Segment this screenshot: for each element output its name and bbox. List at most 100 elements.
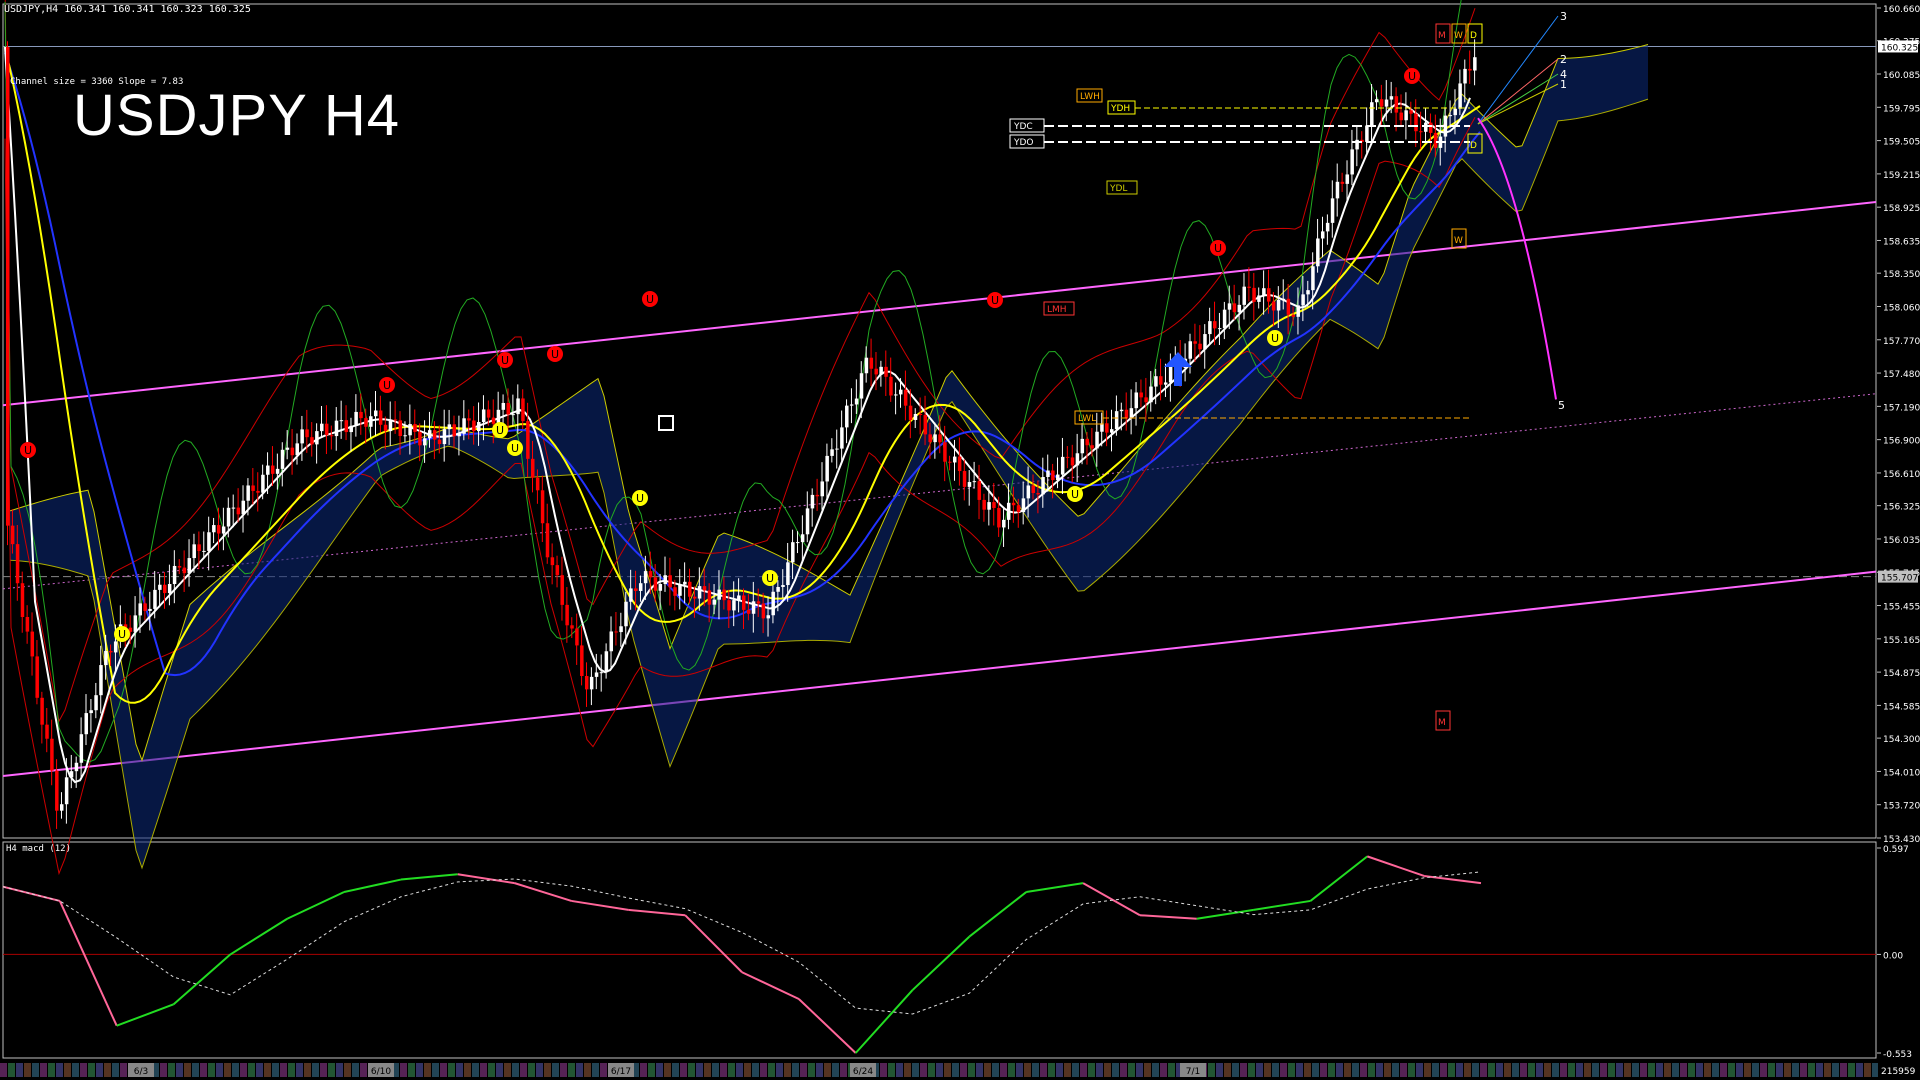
candle-body bbox=[324, 423, 329, 436]
time-strip-cell bbox=[40, 1063, 47, 1077]
candle-body bbox=[555, 565, 560, 576]
candle-body bbox=[1016, 505, 1021, 513]
candle-body bbox=[565, 604, 569, 626]
time-strip-cell bbox=[712, 1063, 719, 1077]
time-strip-cell bbox=[176, 1063, 183, 1077]
fractal-glyph: U bbox=[501, 354, 509, 367]
candle-body bbox=[1379, 99, 1384, 107]
candle-body bbox=[516, 398, 520, 415]
time-strip-cell bbox=[280, 1063, 287, 1077]
price-chart-svg[interactable]: 160.660160.375160.085159.795159.505159.2… bbox=[0, 0, 1920, 1080]
candle-body bbox=[462, 418, 466, 434]
candle-body bbox=[835, 448, 839, 450]
time-strip-cell bbox=[1000, 1063, 1007, 1077]
candle-body bbox=[1031, 485, 1035, 494]
time-strip-cell bbox=[752, 1063, 759, 1077]
time-strip-cell bbox=[1136, 1063, 1143, 1077]
candle-body bbox=[786, 562, 790, 586]
candle-body bbox=[1271, 301, 1276, 311]
candle-body bbox=[256, 490, 260, 493]
fractal-glyph: U bbox=[636, 492, 644, 505]
candle-body bbox=[1144, 397, 1148, 403]
price-tick-label: 160.660 bbox=[1883, 5, 1920, 15]
candle-body bbox=[457, 433, 461, 437]
time-strip-cell bbox=[832, 1063, 839, 1077]
candle-body bbox=[192, 544, 196, 559]
candle-body bbox=[99, 665, 103, 696]
fractal-glyph: U bbox=[1214, 242, 1222, 255]
time-strip-cell bbox=[320, 1063, 327, 1077]
candle-body bbox=[403, 435, 407, 437]
time-strip-cell bbox=[104, 1063, 111, 1077]
macd-segment bbox=[343, 878, 402, 894]
time-strip-cell bbox=[800, 1063, 807, 1077]
time-strip-cell bbox=[816, 1063, 823, 1077]
candle-body bbox=[903, 389, 908, 406]
time-strip-cell bbox=[1656, 1063, 1663, 1077]
time-strip-cell bbox=[1760, 1063, 1767, 1077]
time-strip-cell bbox=[760, 1063, 767, 1077]
candle-body bbox=[423, 438, 427, 446]
time-strip-cell bbox=[1008, 1063, 1015, 1077]
candle-body bbox=[241, 500, 246, 515]
candle-body bbox=[688, 581, 692, 597]
candle-body bbox=[678, 584, 682, 596]
time-strip-cell bbox=[328, 1063, 335, 1077]
time-strip-cell bbox=[544, 1063, 551, 1077]
projection-label-1: 1 bbox=[1560, 78, 1567, 91]
candle-body bbox=[1006, 502, 1011, 520]
time-strip-cell bbox=[880, 1063, 887, 1077]
price-tick-label: 159.795 bbox=[1883, 104, 1920, 114]
candle-body bbox=[486, 409, 491, 418]
price-tick-label: 156.325 bbox=[1883, 503, 1920, 513]
time-strip-cell bbox=[448, 1063, 455, 1077]
price-tick-label: 155.165 bbox=[1883, 636, 1920, 646]
time-strip-cell bbox=[360, 1063, 367, 1077]
candle-body bbox=[109, 650, 113, 653]
time-strip-cell bbox=[648, 1063, 655, 1077]
time-strip-cell bbox=[480, 1063, 487, 1077]
time-strip-cell bbox=[1096, 1063, 1103, 1077]
time-strip-cell bbox=[968, 1063, 975, 1077]
time-strip-cell bbox=[72, 1063, 79, 1077]
time-strip-cell bbox=[1056, 1063, 1063, 1077]
candle-body bbox=[305, 429, 309, 438]
time-strip-cell bbox=[1120, 1063, 1127, 1077]
price-tick-label: 156.610 bbox=[1883, 470, 1920, 480]
candle-body bbox=[1139, 392, 1143, 398]
time-strip-cell bbox=[992, 1063, 999, 1077]
date-label: 7/1 bbox=[1186, 1067, 1200, 1077]
time-strip-cell bbox=[888, 1063, 895, 1077]
macd-segment bbox=[798, 998, 857, 1054]
candle-body bbox=[275, 468, 280, 474]
candle-body bbox=[943, 442, 947, 462]
time-strip-cell bbox=[584, 1063, 591, 1077]
time-strip-cell bbox=[1224, 1063, 1231, 1077]
macd-segment bbox=[1139, 914, 1197, 920]
candle-body bbox=[545, 523, 550, 558]
time-strip-cell bbox=[960, 1063, 967, 1077]
candle-body bbox=[477, 421, 481, 432]
candle-body bbox=[899, 389, 903, 395]
time-strip-cell bbox=[928, 1063, 935, 1077]
time-strip-cell bbox=[656, 1063, 663, 1077]
candle-body bbox=[1114, 411, 1119, 430]
candle-body bbox=[212, 525, 216, 533]
candle-body bbox=[653, 577, 658, 591]
price-tick-label: 153.430 bbox=[1883, 835, 1920, 845]
time-strip-cell bbox=[1832, 1063, 1839, 1077]
time-strip-cell bbox=[1040, 1063, 1047, 1077]
chart-window[interactable]: 160.660160.375160.085159.795159.505159.2… bbox=[0, 0, 1920, 1080]
time-strip-cell bbox=[1616, 1063, 1623, 1077]
macd-segment bbox=[741, 971, 800, 1000]
candle-body bbox=[427, 430, 432, 439]
time-strip-cell bbox=[904, 1063, 911, 1077]
macd-signal-line bbox=[2, 871, 1482, 1015]
candle-body bbox=[1026, 485, 1031, 499]
candle-body bbox=[849, 404, 854, 406]
candle-body bbox=[1262, 288, 1266, 296]
marker-w-mid: W bbox=[1454, 236, 1463, 246]
time-strip-cell bbox=[1472, 1063, 1479, 1077]
date-label: 6/10 bbox=[371, 1067, 391, 1077]
candle-body bbox=[815, 494, 820, 497]
